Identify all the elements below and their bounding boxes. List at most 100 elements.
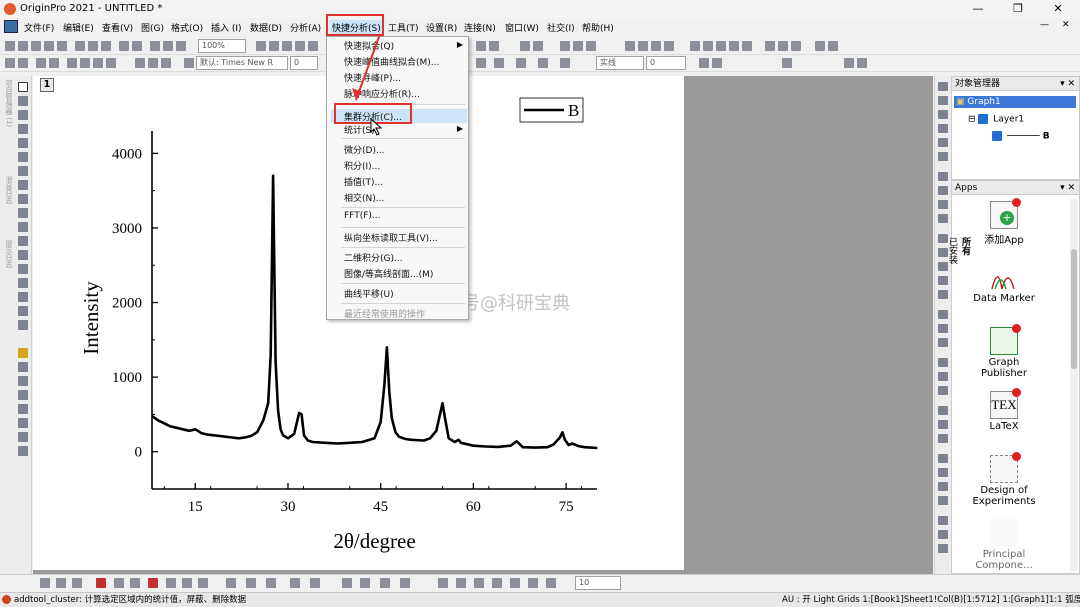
scale-tool-icon[interactable] [18,110,28,120]
bar-gap-icon[interactable] [182,578,192,588]
menu-fft[interactable]: FFT(F)... [344,211,380,221]
lock-icon[interactable] [938,310,948,319]
smith-icon[interactable] [510,578,520,588]
import-wizard-icon[interactable] [132,41,142,51]
app-add[interactable]: + 添加App [972,198,1036,246]
pattern-fill-icon[interactable] [782,58,792,68]
fill-color-icon[interactable] [516,58,526,68]
region-selector-icon[interactable] [18,180,28,190]
box-plot-icon[interactable] [456,578,466,588]
line-icon[interactable] [938,386,948,395]
freehand-tool-icon[interactable] [18,320,28,330]
new-graph-icon[interactable] [31,41,41,51]
peak-tool-icon[interactable] [938,544,948,553]
axis-icon[interactable] [80,58,90,68]
print-icon[interactable] [150,41,160,51]
bold-icon[interactable] [476,58,486,68]
zoom-out-icon[interactable] [269,41,279,51]
refresh-icon[interactable] [163,41,173,51]
sort-icon[interactable] [560,41,570,51]
align-right-icon[interactable] [716,41,726,51]
pointer-icon[interactable] [18,82,28,92]
layer-number-badge[interactable]: 1 [40,78,54,92]
new-matrix-icon[interactable] [44,41,54,51]
grid-icon[interactable] [938,338,948,347]
line-color-icon[interactable] [560,58,570,68]
color-icon[interactable] [938,358,948,367]
line-symbol-icon[interactable] [266,578,276,588]
close-button[interactable]: ✕ [1038,1,1078,17]
menu-graph[interactable]: 图(G) [141,21,164,34]
command-window-icon[interactable] [489,41,499,51]
mdi-minimize-button[interactable]: — [1040,20,1049,30]
layer-icon[interactable] [18,58,28,68]
histogram-icon[interactable] [198,578,208,588]
surface-icon[interactable] [360,578,370,588]
arrow-style-icon[interactable] [699,58,709,68]
circle-tool-icon[interactable] [18,278,28,288]
polygon-tool-icon[interactable] [18,292,28,302]
front-icon[interactable] [791,41,801,51]
superscript-icon[interactable] [651,41,661,51]
symbol-shape-icon[interactable] [114,578,124,588]
rescale-tool-icon[interactable] [938,138,948,147]
menu-help[interactable]: 帮助(H) [582,21,614,34]
menu-2d-integrate[interactable]: 二维积分(G)... [344,251,403,264]
collapse-icon[interactable]: ⊟ [968,115,976,125]
graph-tool-icon[interactable] [938,82,948,91]
menu-view[interactable]: 查看(V) [102,21,133,34]
axis-tool-icon[interactable] [938,124,948,133]
apps-scrollbar[interactable] [1070,199,1078,571]
cut-icon[interactable] [135,58,145,68]
forward-icon[interactable] [828,41,838,51]
menu-image-profile[interactable]: 图像/等高线剖面...(M) [344,267,433,280]
plot-setup-icon[interactable] [36,58,46,68]
legend-icon[interactable] [93,58,103,68]
text-tool-icon[interactable] [625,41,635,51]
apps-tab-installed[interactable]: 已安装 [946,237,959,264]
merge-icon[interactable] [844,58,854,68]
plot-type-icon[interactable] [226,578,236,588]
back-icon[interactable] [815,41,825,51]
menu-social[interactable]: 社交(I) [547,21,575,34]
region-tool-icon[interactable] [18,306,28,316]
polar-icon[interactable] [474,578,484,588]
layer-arrange-icon[interactable] [938,96,948,105]
offset-icon[interactable] [938,468,948,477]
symbol-size-select[interactable]: 10 [575,576,621,590]
menu-preferences[interactable]: 设置(R) [426,21,457,34]
align-bottom-icon[interactable] [742,41,752,51]
extract-tool-icon[interactable] [938,186,948,195]
filter-icon[interactable] [573,41,583,51]
menu-insert[interactable]: 插入 (I) [211,21,242,34]
insert-graph-icon[interactable] [18,446,28,456]
apps-tab-all[interactable]: 所有 [959,237,972,258]
statistics-icon[interactable] [586,41,596,51]
area-color-icon[interactable] [148,578,158,588]
line-style-icon[interactable] [40,578,50,588]
pattern-style-icon[interactable] [166,578,176,588]
line-tool-icon[interactable] [18,250,28,260]
screen-reader-icon[interactable] [18,124,28,134]
text-tool-icon[interactable] [18,208,28,218]
app-doe[interactable]: Design of Experiments [972,452,1036,507]
swap-axes-icon[interactable] [938,152,948,161]
plot-tool-icon[interactable] [938,110,948,119]
column-icon[interactable] [290,578,300,588]
subscript-icon[interactable] [664,41,674,51]
merge-tool-icon[interactable] [938,172,948,181]
font-size-select[interactable]: 0 [290,56,318,70]
align-center-icon[interactable] [703,41,713,51]
font-name-select[interactable]: 默认: Times New R [196,56,288,70]
workspace-icon[interactable] [4,20,18,33]
menu-format[interactable]: 格式(O) [171,21,203,34]
app-latex[interactable]: TEX LaTeX [972,388,1036,432]
contour-icon[interactable] [342,578,352,588]
statistics-tool-icon[interactable] [938,516,948,525]
plot-color-icon[interactable] [96,578,106,588]
export-tool-icon[interactable] [938,200,948,209]
menu-file[interactable]: 文件(F) [24,21,54,34]
layer1-checkbox[interactable] [978,114,989,124]
font-color-icon[interactable] [494,58,504,68]
fit-tool-icon[interactable] [938,530,948,539]
